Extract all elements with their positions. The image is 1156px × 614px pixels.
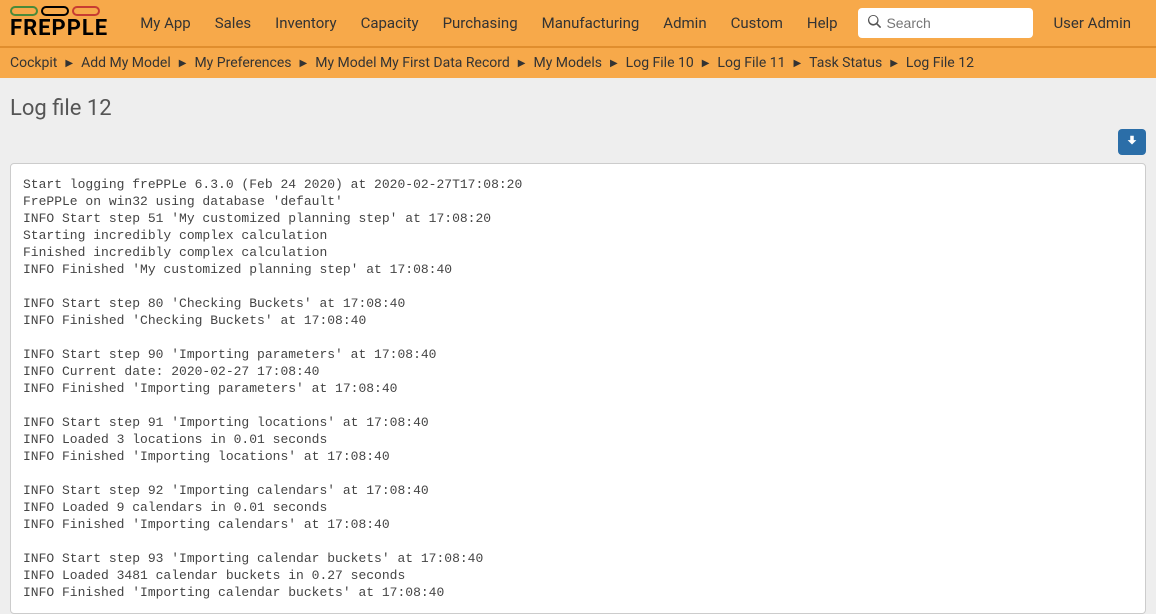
user-menu[interactable]: User Admin [1053, 14, 1146, 32]
breadcrumb-item-my-models[interactable]: My Models [533, 55, 601, 71]
page-header: Log file 12 [0, 78, 1156, 129]
nav-item-purchasing[interactable]: Purchasing [431, 0, 530, 47]
chevron-right-icon: ▶ [793, 58, 801, 69]
nav-item-admin[interactable]: Admin [651, 0, 718, 47]
nav-item-help[interactable]: Help [795, 0, 850, 47]
logo[interactable]: FREPPLE [10, 6, 108, 41]
chevron-right-icon: ▶ [300, 58, 308, 69]
breadcrumb-item-log-file-11[interactable]: Log File 11 [717, 55, 785, 71]
chevron-right-icon: ▶ [179, 58, 187, 69]
logo-shape-red-icon [72, 6, 100, 16]
breadcrumb-item-log-file-10[interactable]: Log File 10 [626, 55, 694, 71]
search-input[interactable] [886, 15, 1023, 31]
log-panel: Start logging frePPLe 6.3.0 (Feb 24 2020… [10, 163, 1146, 614]
logo-text: FREPPLE [10, 16, 108, 41]
chevron-right-icon: ▶ [890, 58, 898, 69]
breadcrumb-item-my-preferences[interactable]: My Preferences [194, 55, 291, 71]
log-content: Start logging frePPLe 6.3.0 (Feb 24 2020… [23, 176, 1133, 601]
chevron-right-icon: ▶ [65, 58, 73, 69]
breadcrumb-item-cockpit[interactable]: Cockpit [10, 55, 57, 71]
chevron-right-icon: ▶ [702, 58, 710, 69]
nav-item-inventory[interactable]: Inventory [263, 0, 348, 47]
page-title: Log file 12 [10, 96, 1146, 121]
nav-menu: My App Sales Inventory Capacity Purchasi… [128, 0, 849, 47]
breadcrumb-item-add-my-model[interactable]: Add My Model [81, 55, 171, 71]
action-row [0, 129, 1156, 163]
download-button[interactable] [1118, 129, 1146, 155]
breadcrumb-item-log-file-12[interactable]: Log File 12 [906, 55, 974, 71]
nav-item-custom[interactable]: Custom [719, 0, 795, 47]
nav-item-manufacturing[interactable]: Manufacturing [530, 0, 652, 47]
breadcrumb: Cockpit ▶ Add My Model ▶ My Preferences … [0, 48, 1156, 78]
logo-shape-green-icon [10, 6, 38, 16]
search-box[interactable] [858, 8, 1033, 38]
navbar: FREPPLE My App Sales Inventory Capacity … [0, 0, 1156, 48]
chevron-right-icon: ▶ [518, 58, 526, 69]
breadcrumb-item-task-status[interactable]: Task Status [809, 55, 882, 71]
arrow-down-icon [1125, 134, 1139, 151]
breadcrumb-item-my-model-record[interactable]: My Model My First Data Record [315, 55, 510, 71]
search-icon [868, 15, 881, 32]
nav-item-sales[interactable]: Sales [203, 0, 263, 47]
nav-item-capacity[interactable]: Capacity [349, 0, 431, 47]
logo-shape-black-icon [41, 6, 69, 16]
chevron-right-icon: ▶ [610, 58, 618, 69]
nav-item-myapp[interactable]: My App [128, 0, 203, 47]
